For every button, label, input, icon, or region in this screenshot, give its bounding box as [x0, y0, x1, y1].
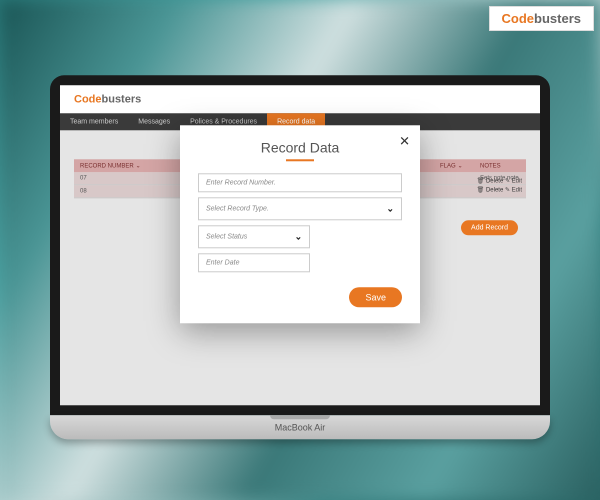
laptop-base: MacBook Air [50, 415, 550, 439]
close-icon[interactable]: ✕ [399, 133, 410, 149]
record-type-select[interactable]: Select Record Type. ⌄ [198, 197, 402, 220]
brand-part1: Code [502, 11, 535, 26]
chevron-down-icon: ⌄ [386, 203, 394, 214]
laptop-label: MacBook Air [275, 422, 326, 432]
brand-logo-badge: Codebusters [489, 6, 594, 31]
record-number-input[interactable]: Enter Record Number. [198, 173, 402, 192]
date-input[interactable]: Enter Date [198, 253, 310, 272]
title-underline [286, 159, 314, 161]
status-select[interactable]: Select Status ⌄ [198, 225, 310, 248]
app-screen: Codebusters Team members Messages Police… [60, 85, 540, 405]
modal-title: Record Data [198, 139, 402, 155]
save-button[interactable]: Save [349, 287, 402, 307]
modal-overlay: ✕ Record Data Enter Record Number. Selec… [60, 85, 540, 405]
laptop-mockup: Codebusters Team members Messages Police… [50, 75, 550, 439]
brand-part2: busters [534, 11, 581, 26]
chevron-down-icon: ⌄ [295, 231, 303, 242]
record-data-modal: ✕ Record Data Enter Record Number. Selec… [180, 125, 420, 323]
